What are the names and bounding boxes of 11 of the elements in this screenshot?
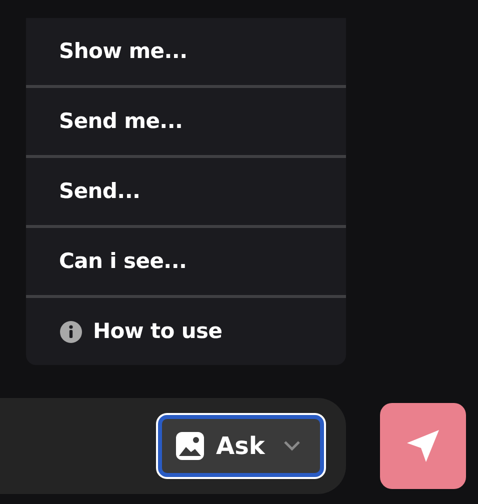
ask-dropdown-button[interactable]: Ask xyxy=(158,415,324,477)
suggestion-menu-item[interactable]: Show me... xyxy=(26,18,346,85)
message-input[interactable]: Ask xyxy=(0,398,346,494)
send-button[interactable] xyxy=(380,403,466,489)
suggestion-menu-item[interactable]: Send... xyxy=(26,158,346,225)
suggestion-menu-item[interactable]: Send me... xyxy=(26,88,346,155)
info-icon xyxy=(59,320,83,344)
chevron-down-icon xyxy=(282,440,301,452)
image-icon xyxy=(174,430,206,462)
suggestion-menu-item[interactable]: Can i see... xyxy=(26,228,346,295)
help-menu-item[interactable]: How to use xyxy=(26,298,346,365)
